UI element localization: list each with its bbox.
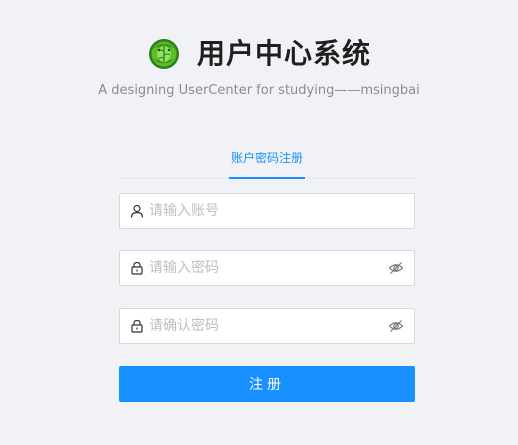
eye-invisible-icon[interactable] xyxy=(388,318,404,334)
user-icon xyxy=(130,204,144,218)
eye-invisible-icon[interactable] xyxy=(388,260,404,276)
page-header: 用户中心系统 A designing UserCenter for studyi… xyxy=(0,36,518,99)
cabbage-logo-icon xyxy=(147,37,181,71)
confirm-password-input[interactable] xyxy=(149,309,388,343)
lock-icon xyxy=(130,261,144,275)
confirm-password-field xyxy=(119,308,415,344)
password-input[interactable] xyxy=(149,251,388,285)
password-field xyxy=(119,250,415,286)
app-subtitle: A designing UserCenter for studying——msi… xyxy=(98,83,420,98)
account-field xyxy=(119,193,415,229)
register-button[interactable]: 注册 xyxy=(119,366,415,402)
account-input[interactable] xyxy=(149,194,414,228)
tab-bar: 账户密码注册 xyxy=(119,148,415,179)
lock-icon xyxy=(130,319,144,333)
app-title: 用户中心系统 xyxy=(196,37,371,70)
title-row: 用户中心系统 xyxy=(0,36,518,72)
tab-account-password-register[interactable]: 账户密码注册 xyxy=(229,148,305,179)
